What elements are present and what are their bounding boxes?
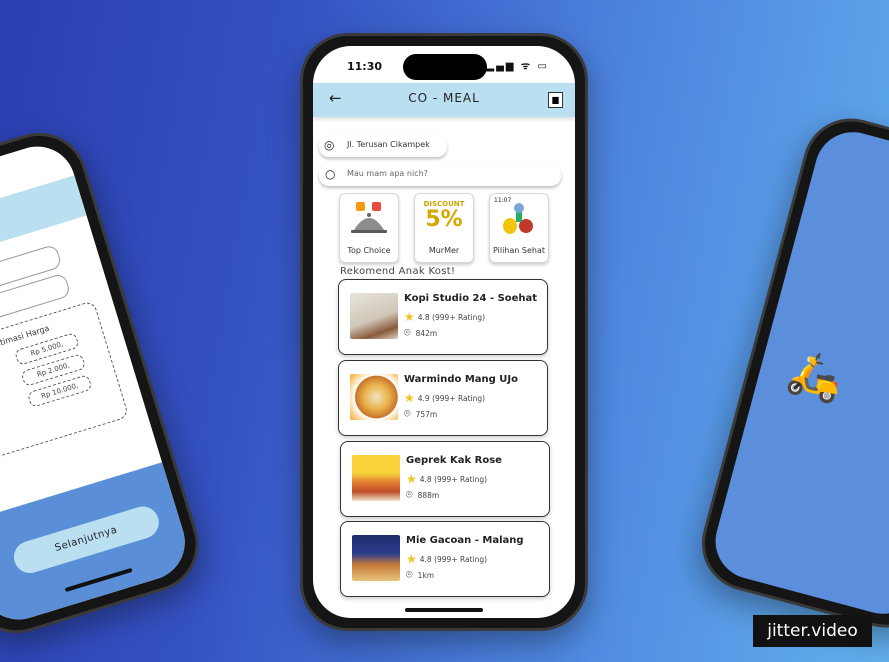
distance-text: 888m <box>417 491 440 500</box>
restaurant-rating: ★ 4.9 (999+ Rating) <box>404 391 485 405</box>
category-label: Top Choice <box>347 246 391 255</box>
app-header: ← CO - MEAL ▆ <box>313 83 575 117</box>
rating-text: 4.9 (999+ Rating) <box>417 394 486 403</box>
restaurant-name: Mie Gacoan - Malang <box>406 535 524 546</box>
category-pilihan-sehat[interactable]: 11:07 Pilihan Sehat <box>489 193 549 263</box>
restaurant-rating: ★ 4.8 (999+ Rating) <box>406 472 487 486</box>
location-pin-icon: ⌾ <box>406 568 413 581</box>
rating-text: 4.8 (999+ Rating) <box>417 313 486 322</box>
restaurant-thumbnail <box>350 374 398 420</box>
star-icon: ★ <box>404 391 415 405</box>
right-phone: 🛵 <box>691 107 889 639</box>
cloche-icon <box>348 200 390 238</box>
store-logo-icon[interactable]: ▆ <box>548 92 563 108</box>
left-phone-screen: Estimasi Harga Rp 5.000, Rp 2.000, Rp 10… <box>0 137 195 629</box>
restaurant-distance: ⌾ 1km <box>406 568 434 582</box>
watermark-badge: jitter.video <box>753 615 872 647</box>
location-pin-icon: ⌾ <box>406 488 413 501</box>
discount-badge-main: 5% <box>425 207 463 232</box>
left-phone: Estimasi Harga Rp 5.000, Rp 2.000, Rp 10… <box>0 120 211 646</box>
dynamic-island <box>403 54 487 80</box>
signal-wifi-battery-icon: ▂▄▆ ᯤ ▭ <box>486 61 549 72</box>
category-top-choice[interactable]: Top Choice <box>339 193 399 263</box>
healthy-food-icon <box>498 200 540 238</box>
rating-text: 4.8 (999+ Rating) <box>419 555 488 564</box>
restaurant-distance: ⌾ 888m <box>406 488 439 502</box>
restaurant-rating: ★ 4.8 (999+ Rating) <box>406 552 487 566</box>
location-pill[interactable]: ◎ Jl. Terusan Cikampek <box>319 136 447 157</box>
search-icon: ○ <box>325 167 336 181</box>
star-icon: ★ <box>406 472 417 486</box>
app-title: CO - MEAL <box>408 91 480 105</box>
search-bar[interactable]: ○ Mau mam apa nich? <box>319 165 561 186</box>
discount-badge: DISCOUNT 5% <box>423 200 465 238</box>
center-phone: 11:30 ▂▄▆ ᯤ ▭ ← CO - MEAL ▆ ◎ Jl. Terusa… <box>300 33 588 631</box>
restaurant-name: Kopi Studio 24 - Soehat <box>404 293 538 304</box>
scooter-logo-icon: 🛵 <box>782 344 849 408</box>
distance-text: 1km <box>417 571 435 580</box>
section-title: Rekomend Anak Kost! <box>340 266 456 277</box>
category-murmer[interactable]: DISCOUNT 5% MurMer <box>414 193 474 263</box>
price-estimate-box: Estimasi Harga Rp 5.000, Rp 2.000, Rp 10… <box>0 300 130 462</box>
search-placeholder: Mau mam apa nich? <box>347 169 428 178</box>
distance-text: 842m <box>415 329 438 338</box>
location-text: Jl. Terusan Cikampek <box>347 140 430 149</box>
distance-text: 757m <box>415 410 438 419</box>
restaurant-distance: ⌾ 757m <box>404 407 437 421</box>
star-icon: ★ <box>406 552 417 566</box>
location-pin-icon: ◎ <box>324 138 335 152</box>
restaurant-thumbnail <box>352 535 400 581</box>
location-pin-icon: ⌾ <box>404 407 411 420</box>
category-label: Pilihan Sehat <box>492 246 545 255</box>
star-icon: ★ <box>404 310 415 324</box>
restaurant-thumbnail <box>352 455 400 501</box>
location-pin-icon: ⌾ <box>404 326 411 339</box>
restaurant-card[interactable]: Mie Gacoan - Malang ★ 4.8 (999+ Rating) ⌾… <box>340 521 550 597</box>
restaurant-distance: ⌾ 842m <box>404 326 437 340</box>
restaurant-card[interactable]: Warmindo Mang UJo ★ 4.9 (999+ Rating) ⌾ 75… <box>338 360 548 436</box>
restaurant-thumbnail <box>350 293 398 339</box>
right-phone-screen: 🛵 <box>707 123 889 623</box>
app-screen: 11:30 ▂▄▆ ᯤ ▭ ← CO - MEAL ▆ ◎ Jl. Terusa… <box>313 46 575 618</box>
home-indicator <box>405 608 483 612</box>
restaurant-name: Warmindo Mang UJo <box>404 374 518 385</box>
restaurant-card[interactable]: Geprek Kak Rose ★ 4.8 (999+ Rating) ⌾ 888m <box>340 441 550 517</box>
status-time: 11:30 <box>347 60 383 73</box>
restaurant-name: Geprek Kak Rose <box>406 455 502 466</box>
restaurant-card[interactable]: Kopi Studio 24 - Soehat ★ 4.8 (999+ Ratin… <box>338 279 548 355</box>
category-label: MurMer <box>428 246 460 255</box>
restaurant-rating: ★ 4.8 (999+ Rating) <box>404 310 485 324</box>
rating-text: 4.8 (999+ Rating) <box>419 475 488 484</box>
